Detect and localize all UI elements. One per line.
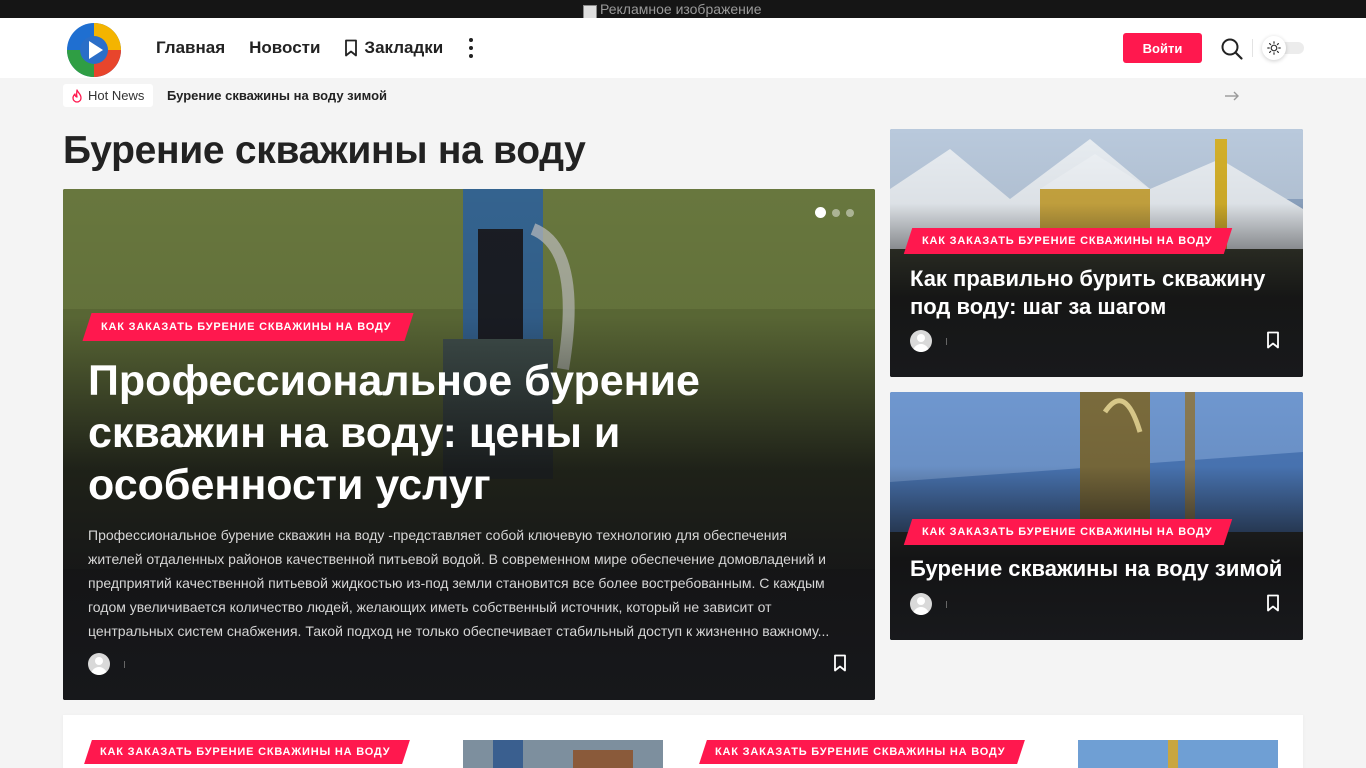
meta-divider	[124, 660, 125, 668]
slider-dot-3[interactable]	[846, 208, 854, 217]
featured-post-title[interactable]: Профессиональное бурение скважин на воду…	[88, 355, 778, 511]
arrow-right-icon[interactable]	[1224, 87, 1240, 105]
search-icon[interactable]	[1220, 37, 1244, 61]
category-tag[interactable]: КАК ЗАКАЗАТЬ БУРЕНИЕ СКВАЖИНЫ НА ВОДУ	[703, 740, 1021, 764]
slider-dot-1[interactable]	[815, 207, 826, 218]
meta-divider	[946, 600, 947, 608]
nav-item-bookmarks[interactable]: Закладки	[344, 38, 443, 58]
category-label: КАК ЗАКАЗАТЬ БУРЕНИЕ СКВАЖИНЫ НА ВОДУ	[922, 235, 1213, 247]
hot-news-link[interactable]: Бурение скважины на воду зимой	[167, 88, 387, 103]
category-tag[interactable]: КАК ЗАКАЗАТЬ БУРЕНИЕ СКВАЖИНЫ НА ВОДУ	[908, 228, 1228, 254]
bottom-post-list: КАК ЗАКАЗАТЬ БУРЕНИЕ СКВАЖИНЫ НА ВОДУ КА…	[63, 715, 1303, 768]
category-label: КАК ЗАКАЗАТЬ БУРЕНИЕ СКВАЖИНЫ НА ВОДУ	[100, 746, 391, 758]
meta-divider	[946, 337, 947, 345]
side-post-card[interactable]: КАК ЗАКАЗАТЬ БУРЕНИЕ СКВАЖИНЫ НА ВОДУ Ка…	[890, 129, 1303, 377]
hot-news-bar: Hot News Бурение скважины на воду зимой	[0, 78, 1366, 114]
bookmark-icon[interactable]	[1266, 331, 1280, 349]
dark-mode-toggle[interactable]	[1262, 36, 1304, 60]
ad-image-alt: Рекламное изображение	[600, 1, 762, 17]
category-tag[interactable]: КАК ЗАКАЗАТЬ БУРЕНИЕ СКВАЖИНЫ НА ВОДУ	[908, 519, 1228, 545]
nav-item-label: Закладки	[364, 38, 444, 57]
post-thumbnail[interactable]	[463, 740, 663, 768]
post-meta	[910, 330, 947, 352]
post-thumbnail[interactable]	[1078, 740, 1278, 768]
ad-image[interactable]: Рекламное изображение	[583, 0, 762, 18]
main-nav: Главная Новости Закладки	[156, 18, 479, 78]
post-image-overlay	[890, 392, 1303, 640]
page-title: Бурение скважины на воду	[63, 129, 586, 172]
side-post-title[interactable]: Бурение скважины на воду зимой	[910, 555, 1290, 583]
top-ad-banner[interactable]: Рекламное изображение	[0, 0, 1366, 18]
login-button[interactable]: Войти	[1123, 33, 1202, 63]
featured-post-slider[interactable]: КАК ЗАКАЗАТЬ БУРЕНИЕ СКВАЖИНЫ НА ВОДУ Пр…	[63, 189, 875, 700]
category-label: КАК ЗАКАЗАТЬ БУРЕНИЕ СКВАЖИНЫ НА ВОДУ	[922, 526, 1213, 538]
more-menu-icon[interactable]	[463, 36, 479, 60]
slider-pagination	[815, 207, 854, 218]
author-avatar[interactable]	[88, 653, 110, 675]
site-header: Главная Новости Закладки Войти	[0, 18, 1366, 78]
bookmark-icon	[345, 39, 358, 57]
hot-news-badge-label: Hot News	[88, 88, 145, 103]
author-avatar[interactable]	[910, 593, 932, 615]
site-logo[interactable]	[63, 19, 125, 79]
category-tag[interactable]: КАК ЗАКАЗАТЬ БУРЕНИЕ СКВАЖИНЫ НА ВОДУ	[87, 313, 409, 341]
header-divider	[1252, 39, 1253, 57]
category-label: КАК ЗАКАЗАТЬ БУРЕНИЕ СКВАЖИНЫ НА ВОДУ	[715, 746, 1006, 758]
post-meta	[910, 593, 947, 615]
featured-post-excerpt: Профессиональное бурение скважин на воду…	[88, 527, 830, 639]
nav-item-home[interactable]: Главная	[156, 38, 225, 58]
nav-item-news[interactable]: Новости	[249, 38, 320, 58]
post-meta	[88, 653, 125, 675]
side-post-title[interactable]: Как правильно бурить скважину под воду: …	[910, 265, 1290, 321]
broken-image-icon	[583, 5, 597, 18]
slider-dot-2[interactable]	[832, 208, 840, 217]
category-tag[interactable]: КАК ЗАКАЗАТЬ БУРЕНИЕ СКВАЖИНЫ НА ВОДУ	[88, 740, 406, 764]
hot-news-badge: Hot News	[63, 84, 154, 107]
bookmark-icon[interactable]	[833, 654, 847, 672]
nav-item-label: Новости	[249, 38, 321, 57]
author-avatar[interactable]	[910, 330, 932, 352]
flame-icon	[72, 88, 82, 103]
side-post-card[interactable]: КАК ЗАКАЗАТЬ БУРЕНИЕ СКВАЖИНЫ НА ВОДУ Бу…	[890, 392, 1303, 640]
nav-item-label: Главная	[156, 38, 226, 57]
sun-icon	[1262, 36, 1286, 60]
bookmark-icon[interactable]	[1266, 594, 1280, 612]
category-label: КАК ЗАКАЗАТЬ БУРЕНИЕ СКВАЖИНЫ НА ВОДУ	[101, 321, 392, 333]
